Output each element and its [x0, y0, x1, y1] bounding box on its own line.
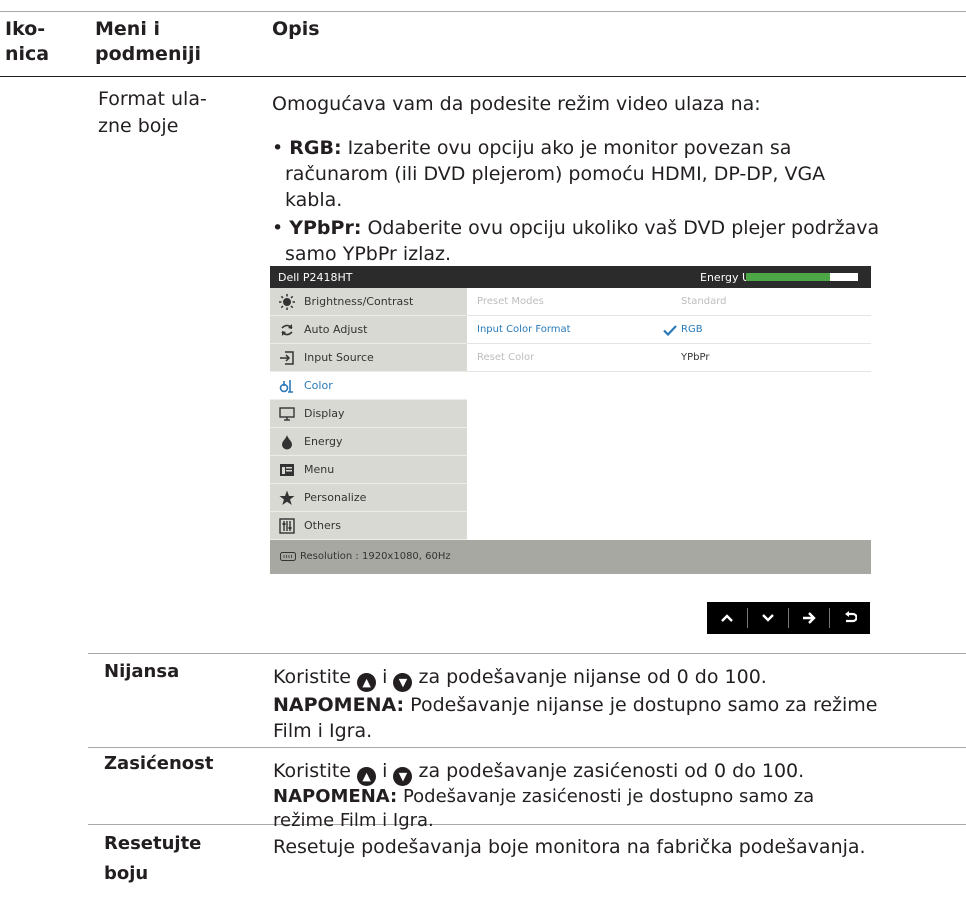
header-icon-col: Iko-nica	[5, 18, 50, 65]
reset-desc: Resetuje podešavanja boje monitora na fa…	[273, 836, 866, 858]
format-label: Format ula-zne boje	[98, 88, 207, 137]
checkmark-icon	[663, 325, 677, 336]
osd-model-name: Dell P2418HT	[278, 271, 353, 284]
up-round-icon: ▲	[357, 673, 377, 692]
back-button[interactable]	[830, 602, 870, 634]
down-round-icon: ▼	[393, 673, 413, 692]
right-button[interactable]	[789, 602, 829, 634]
down-icon	[762, 614, 774, 622]
row-rule	[88, 653, 966, 654]
monitor-icon	[279, 407, 295, 421]
nijansa-note: NAPOMENA: Podešavanje nijanse je dostupn…	[273, 694, 878, 742]
zasicenost-label: Zasićenost	[104, 753, 214, 774]
menu-icon	[280, 464, 294, 476]
osd-menu-color[interactable]: Color	[270, 372, 467, 400]
osd-menu-personalize[interactable]: Personalize	[270, 484, 467, 512]
color-icon	[279, 380, 293, 393]
osd-status-bar: Resolution : 1920x1080, 60Hz	[270, 540, 871, 574]
osd-menu-others[interactable]: Others	[270, 512, 467, 540]
osd-row-input-color-format[interactable]: Input Color Format RGB	[467, 316, 871, 344]
right-arrow-icon	[803, 612, 816, 624]
osd-submenu: Preset Modes Standard Input Color Format…	[467, 288, 871, 540]
up-icon	[721, 614, 733, 622]
sun-icon	[279, 294, 295, 310]
format-ypbpr-bullet: • YPbPr: Odaberite ovu opciju ukoliko va…	[272, 217, 880, 265]
osd-menu-auto-adjust[interactable]: Auto Adjust	[270, 316, 467, 344]
osd-title-bar: Dell P2418HT Energy Use	[270, 266, 871, 288]
osd-menu-brightness[interactable]: Brightness/Contrast	[270, 288, 467, 316]
osd-row-preset-modes[interactable]: Preset Modes Standard	[467, 288, 871, 316]
osd-menu: Brightness/Contrast Auto Adjust Input So…	[270, 288, 467, 540]
osd-menu-display[interactable]: Display	[270, 400, 467, 428]
header-rule	[0, 76, 966, 77]
energy-use-bar	[746, 273, 858, 281]
osd-screenshot: Dell P2418HT Energy Use Brightness/Contr…	[270, 266, 871, 574]
nijansa-desc: Koristite ▲ i ▼ za podešavanje nijanse o…	[273, 664, 953, 692]
down-round-icon: ▼	[393, 767, 413, 786]
star-icon	[279, 490, 295, 505]
osd-resolution: Resolution : 1920x1080, 60Hz	[300, 551, 451, 562]
energy-use-fill	[746, 273, 830, 281]
zasicenost-note: NAPOMENA: Podešavanje zasićenosti je dos…	[273, 786, 815, 831]
osd-menu-energy[interactable]: Energy	[270, 428, 467, 456]
reset-label: Resetujte boju	[104, 833, 202, 884]
energy-icon	[282, 435, 292, 450]
down-button[interactable]	[748, 602, 788, 634]
zasicenost-desc: Koristite ▲ i ▼ za podešavanje zasićenos…	[273, 758, 963, 786]
resolution-icon	[280, 552, 296, 561]
up-button[interactable]	[707, 602, 747, 634]
osd-menu-input-source[interactable]: Input Source	[270, 344, 467, 372]
input-source-icon	[280, 351, 294, 365]
others-icon	[279, 518, 295, 534]
format-intro: Omogućava vam da podesite režim video ul…	[272, 93, 761, 115]
row-rule	[88, 747, 966, 748]
header-menu-col: Meni i podmeniji	[95, 18, 202, 65]
header-desc-col: Opis	[272, 18, 320, 40]
format-rgb-bullet: • RGB: Izaberite ovu opciju ako je monit…	[272, 137, 826, 211]
nijansa-label: Nijansa	[104, 661, 180, 682]
auto-adjust-icon	[281, 324, 293, 336]
osd-row-reset-color[interactable]: Reset Color YPbPr	[467, 344, 871, 372]
table-top-rule	[0, 11, 966, 12]
osd-menu-menu[interactable]: Menu	[270, 456, 467, 484]
back-icon	[845, 611, 857, 623]
osd-nav-buttons	[707, 602, 870, 634]
up-round-icon: ▲	[357, 767, 377, 786]
